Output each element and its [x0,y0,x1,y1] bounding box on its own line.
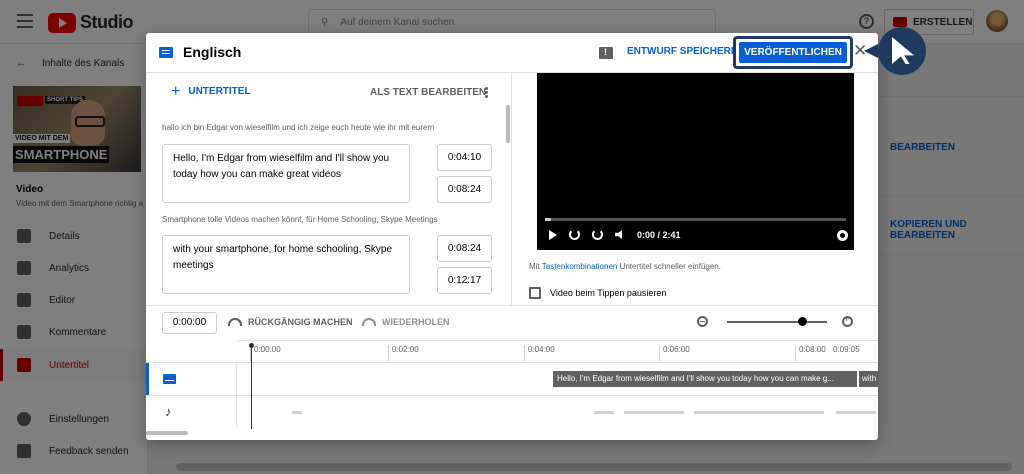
track-selection-indicator [146,363,149,396]
more-vert-icon[interactable] [485,87,488,98]
redo-button[interactable]: WIEDERHOLEN [362,317,450,327]
timeline-ruler[interactable]: 0:00:00 0:02:00 0:04:00 0:06:00 0:08:00 … [236,340,878,362]
shortcuts-link[interactable]: Tastenkombinationen [542,262,618,271]
forward-icon[interactable] [592,229,603,240]
zoom-in-icon[interactable] [842,314,853,327]
audio-waveform [836,411,876,414]
video-progress-bar[interactable] [545,218,846,221]
cue-list-pane: + UNTERTITEL ALS TEXT BEARBEITEN hallo i… [146,73,512,305]
cue-text-field[interactable]: Hello, I'm Edgar from wieselfilm and I'l… [162,144,410,203]
music-note-icon: ♪ [165,404,172,419]
hint-prefix: Mit [529,262,542,271]
ruler-tick: 0:04:00 [524,345,555,361]
cue-source-text: hallo ich bin Edgar von wieselfilm und i… [162,123,435,132]
edit-as-text-button[interactable]: ALS TEXT BEARBEITEN [370,87,486,98]
subtitles-icon [163,374,176,384]
callout-pointer [864,44,878,58]
subtitle-track[interactable]: Hello, I'm Edgar from wieselfilm and I'l… [146,362,878,396]
save-draft-button[interactable]: ENTWURF SPEICHERN [627,46,738,57]
progress-fill [545,218,552,221]
caption-block[interactable]: Hello, I'm Edgar from wieselfilm and I'l… [553,371,857,387]
caption-block[interactable]: with [859,371,878,387]
redo-label: WIEDERHOLEN [382,317,450,327]
timecode-field[interactable]: 0:00:00 [162,312,217,334]
volume-icon[interactable] [615,230,622,239]
track-divider [236,362,237,428]
ruler-tick: 0:02:00 [388,345,419,361]
pause-label: Video beim Tippen pausieren [550,288,667,298]
audio-waveform [694,411,824,414]
zoom-slider-handle[interactable] [798,317,807,326]
ruler-tick: 0:00:00 [250,345,281,361]
zoom-slider[interactable] [727,321,827,323]
cue-source-text: Smartphone tolle Videos machen könnt, fü… [162,215,438,224]
audio-waveform [292,411,302,414]
undo-icon [228,318,242,326]
ruler-tick: 0:08:00 [795,345,826,361]
plus-icon: + [171,82,181,100]
cue-text-field[interactable]: with your smartphone, for home schooling… [162,235,410,294]
timeline-scrollbar[interactable] [146,431,188,435]
gear-icon[interactable] [837,230,848,241]
cue-start-time[interactable]: 0:08:24 [437,235,492,262]
subtitles-icon [159,47,173,58]
play-icon[interactable] [549,229,557,240]
audio-track: ♪ [146,395,878,428]
redo-icon [362,318,376,326]
publish-highlight: VERÖFFENTLICHEN [733,36,853,69]
zoom-out-icon[interactable] [697,316,708,327]
add-subtitle-label: UNTERTITEL [188,86,251,97]
ruler-tick: 0:09:05 [833,345,860,354]
mouse-cursor-icon [892,37,914,64]
pause-checkbox[interactable] [529,287,541,299]
cue-end-time[interactable]: 0:12:17 [437,267,492,294]
playhead[interactable] [249,343,254,429]
undo-button[interactable]: RÜCKGÄNGIG MACHEN [228,317,353,327]
hint-suffix: Untertitel schneller einfügen. [617,262,721,271]
cue-start-time[interactable]: 0:04:10 [437,144,492,171]
dialog-title: Englisch [183,44,242,60]
add-subtitle-button[interactable]: + UNTERTITEL [171,82,251,100]
dialog-header: Englisch ENTWURF SPEICHERN VERÖFFENTLICH… [146,33,878,73]
ruler-tick: 0:06:00 [659,345,690,361]
shortcut-hint: Mit Tastenkombinationen Untertitel schne… [529,262,721,271]
subtitle-editor-dialog: Englisch ENTWURF SPEICHERN VERÖFFENTLICH… [146,33,878,440]
undo-label: RÜCKGÄNGIG MACHEN [248,317,353,327]
feedback-icon[interactable] [599,47,613,59]
preview-pane: 0:00 / 2:41 Mit Tastenkombinationen Unte… [512,73,878,305]
cursor-callout [878,27,926,75]
player-controls: 0:00 / 2:41 [549,229,681,240]
audio-waveform [624,411,684,414]
cue-end-time[interactable]: 0:08:24 [437,176,492,203]
video-player[interactable]: 0:00 / 2:41 [537,73,854,250]
publish-button[interactable]: VERÖFFENTLICHEN [739,42,847,63]
pause-while-typing[interactable]: Video beim Tippen pausieren [529,287,666,299]
timeline-toolbar: 0:00:00 RÜCKGÄNGIG MACHEN WIEDERHOLEN [146,305,878,340]
time-display: 0:00 / 2:41 [637,229,681,240]
cue-list-scrollbar[interactable] [506,105,510,143]
rewind-icon[interactable] [569,229,580,240]
audio-waveform [594,411,614,414]
